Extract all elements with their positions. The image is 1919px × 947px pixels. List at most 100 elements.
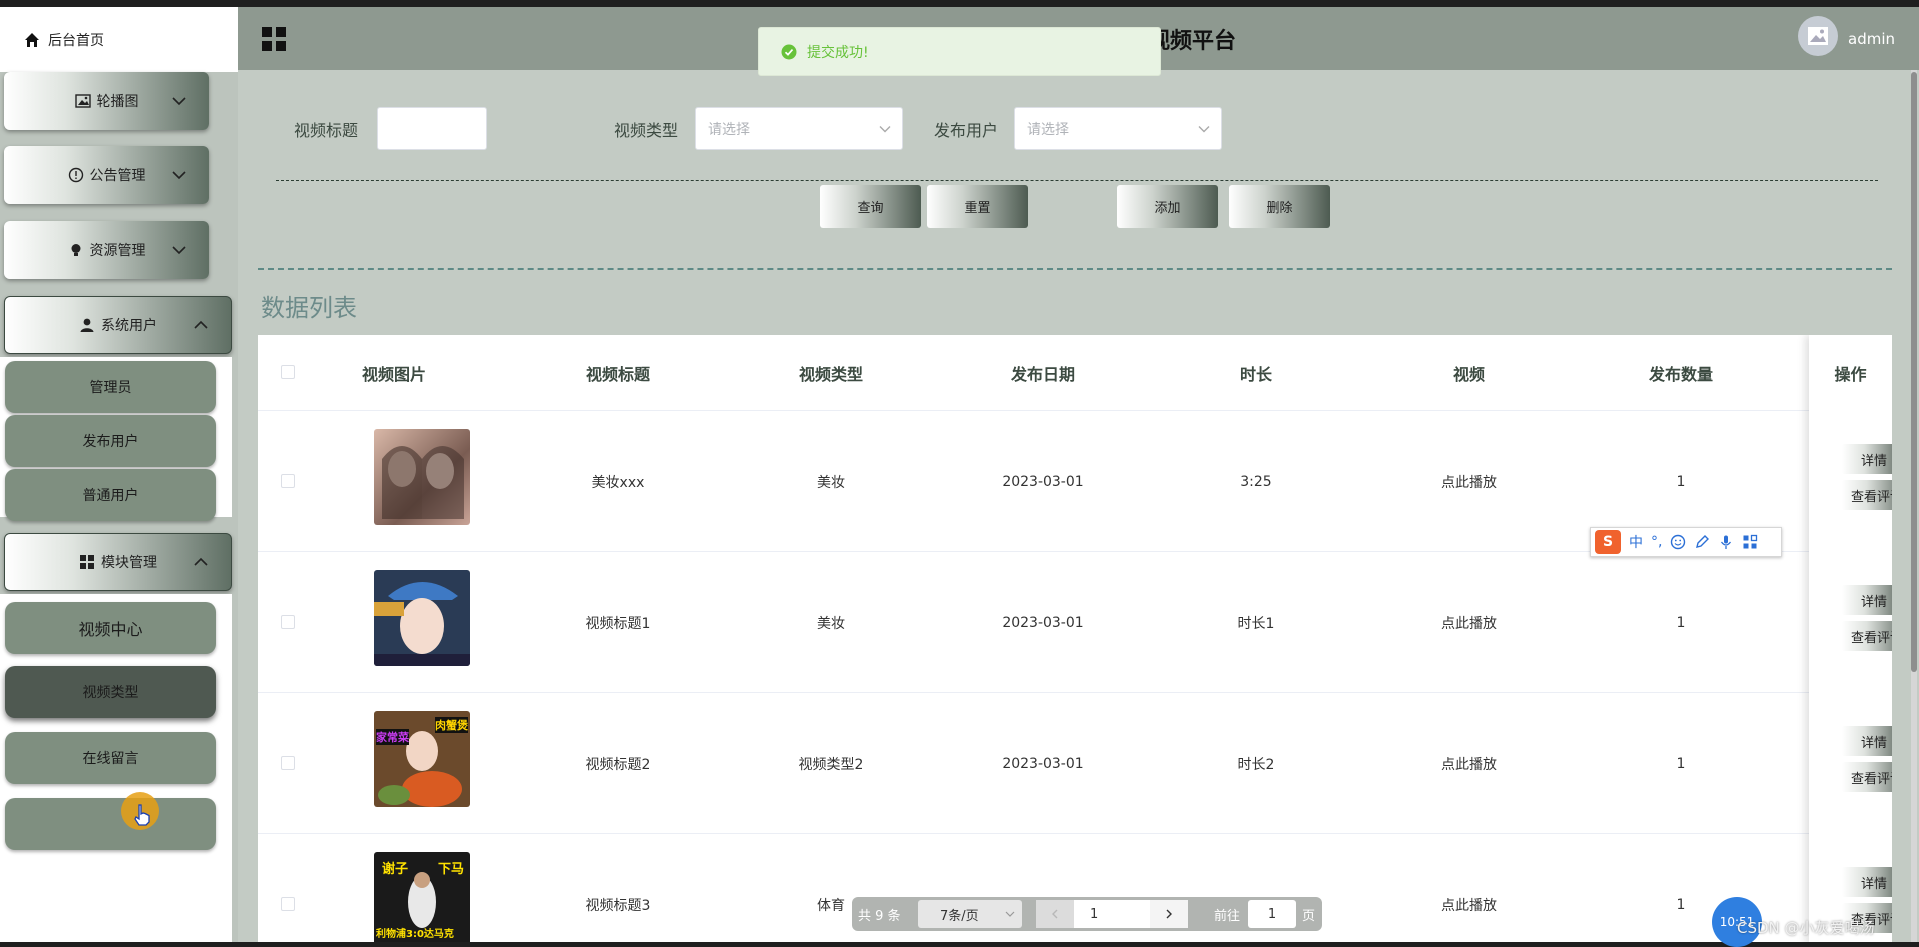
sidebar-item-normal-users[interactable]: 普通用户 xyxy=(5,469,216,521)
emoji-icon[interactable] xyxy=(1670,534,1686,550)
operations-column: 操作 详情 查看评论 详情 查看评论 详情 查看评论 详情 查看评论 xyxy=(1809,335,1892,945)
search-button[interactable]: 查询 xyxy=(820,185,921,228)
row-checkbox[interactable] xyxy=(281,474,295,488)
chevron-down-icon xyxy=(172,97,186,106)
sidebar-item-messages[interactable]: 在线留言 xyxy=(5,732,216,784)
detail-button[interactable]: 详情 xyxy=(1842,585,1892,615)
comments-button[interactable]: 查看评论 xyxy=(1842,621,1892,651)
ime-lang-toggle[interactable]: 中 xyxy=(1629,532,1643,552)
sidebar-item-admins[interactable]: 管理员 xyxy=(5,361,216,413)
comments-button[interactable]: 查看评论 xyxy=(1842,762,1892,792)
goto-page-input[interactable]: 1 xyxy=(1248,900,1297,928)
sidebar-menu-carousel[interactable]: 轮播图 xyxy=(4,72,209,130)
image-icon xyxy=(74,94,91,108)
cell-play-link[interactable]: 点此播放 xyxy=(1389,834,1549,945)
table-header: 视频图片 视频标题 视频类型 发布日期 时长 视频 发布数量 xyxy=(258,335,1892,411)
sidebar-menu-label: 公告管理 xyxy=(89,168,146,184)
cell-title: 视频标题3 xyxy=(585,897,651,914)
col-header-ops: 操作 xyxy=(1834,365,1867,384)
detail-button[interactable]: 详情 xyxy=(1842,867,1892,897)
row-checkbox[interactable] xyxy=(281,756,295,770)
section-divider xyxy=(258,268,1892,270)
hand-cursor-icon xyxy=(134,804,150,826)
microphone-icon[interactable] xyxy=(1718,534,1734,550)
select-all-checkbox[interactable] xyxy=(281,365,295,379)
avatar[interactable] xyxy=(1798,16,1838,56)
chevron-down-icon xyxy=(172,246,186,255)
thumbnail-caption: 谢子 xyxy=(382,862,409,877)
comments-button[interactable]: 查看评论 xyxy=(1842,480,1892,510)
sidebar-menu-modules[interactable]: 模块管理 xyxy=(4,533,232,591)
username[interactable]: admin xyxy=(1848,30,1895,48)
sidebar-home-label: 后台首页 xyxy=(48,32,104,49)
sidebar-item-more[interactable] xyxy=(5,798,216,850)
ime-toolbar: S 中 °, xyxy=(1590,527,1782,557)
filter-type-label: 视频类型 xyxy=(614,121,679,140)
thumbnail-caption: 下马 xyxy=(437,862,464,877)
cell-play-link[interactable]: 点此播放 xyxy=(1389,693,1549,834)
col-header-title: 视频标题 xyxy=(585,365,650,384)
toast-message: 提交成功! xyxy=(807,44,869,61)
sidebar-menu-notices[interactable]: 公告管理 xyxy=(4,146,209,204)
reset-button[interactable]: 重置 xyxy=(927,185,1028,228)
thumbnail-caption: 家常菜 xyxy=(376,729,409,745)
cell-play-link[interactable]: 点此播放 xyxy=(1389,411,1549,552)
prev-page-button[interactable] xyxy=(1036,900,1074,928)
goto-page-suffix: 页 xyxy=(1302,908,1316,924)
sidebar-home[interactable]: 后台首页 xyxy=(0,7,238,72)
punctuation-icon[interactable]: °, xyxy=(1651,534,1662,550)
cell-type: 美妆 xyxy=(817,615,845,632)
sidebar-menu-label: 轮播图 xyxy=(96,94,139,110)
toolbox-grid-icon[interactable] xyxy=(1742,534,1758,550)
bulb-icon xyxy=(71,244,80,256)
video-thumbnail: 家常菜 肉蟹煲 xyxy=(374,711,470,807)
cell-duration: 时长2 xyxy=(1237,756,1275,773)
check-circle-icon xyxy=(781,44,797,59)
filter-title-input[interactable] xyxy=(377,107,487,150)
cell-date: 2023-03-01 xyxy=(1002,755,1084,772)
cell-title: 视频标题2 xyxy=(585,756,651,773)
chevron-left-icon xyxy=(1052,909,1058,919)
list-title: 数据列表 xyxy=(261,294,357,322)
sidebar-menu-system-users[interactable]: 系统用户 xyxy=(4,296,232,354)
cell-play-link[interactable]: 点此播放 xyxy=(1389,552,1549,693)
home-icon xyxy=(25,32,39,47)
row-checkbox[interactable] xyxy=(281,615,295,629)
row-checkbox[interactable] xyxy=(281,897,295,911)
next-page-button[interactable] xyxy=(1150,900,1188,928)
filter-type-placeholder: 请选择 xyxy=(708,121,750,138)
thumbnail-caption: 肉蟹煲 xyxy=(435,717,468,733)
cell-type: 视频类型2 xyxy=(798,756,864,773)
thumbnail-caption: 利物浦3:0达马克 xyxy=(376,929,454,940)
sidebar-menu-label: 模块管理 xyxy=(101,555,157,571)
filter-divider xyxy=(276,180,1878,181)
add-button[interactable]: 添加 xyxy=(1117,185,1218,228)
detail-button[interactable]: 详情 xyxy=(1842,726,1892,756)
info-circle-icon xyxy=(68,167,83,183)
scrollbar-thumb[interactable] xyxy=(1911,72,1917,672)
system-users-submenu: 管理员 发布用户 普通用户 xyxy=(0,357,232,521)
detail-button[interactable]: 详情 xyxy=(1842,444,1892,474)
sidebar-item-video-center[interactable]: 视频中心 xyxy=(5,602,216,654)
chevron-down-icon xyxy=(172,171,186,180)
page-size-select[interactable]: 7条/页 xyxy=(918,900,1022,928)
pen-icon[interactable] xyxy=(1694,534,1710,550)
sogou-logo-icon[interactable]: S xyxy=(1595,530,1621,554)
current-page[interactable]: 1 xyxy=(1074,900,1150,928)
sidebar-menu-resources[interactable]: 资源管理 xyxy=(4,221,209,279)
filter-user-select[interactable]: 请选择 xyxy=(1014,107,1222,150)
thumbnail-image xyxy=(382,446,464,519)
menu-toggle-icon[interactable] xyxy=(262,27,286,51)
delete-button[interactable]: 删除 xyxy=(1229,185,1330,228)
sidebar-item-video-types[interactable]: 视频类型 xyxy=(5,666,216,718)
sidebar-item-publish-users[interactable]: 发布用户 xyxy=(5,415,216,467)
table-row: 视频标题1 美妆 2023-03-01 时长1 点此播放 1 xyxy=(258,552,1892,693)
video-thumbnail: 谢子 下马 利物浦3:0达马克 xyxy=(374,852,470,945)
sidebar-menu-label: 资源管理 xyxy=(89,243,146,259)
modules-submenu: 视频中心 视频类型 在线留言 xyxy=(0,594,232,942)
cell-duration: 3:25 xyxy=(1240,473,1272,490)
filter-type-select[interactable]: 请选择 xyxy=(695,107,903,150)
col-header-video: 视频 xyxy=(1452,365,1485,384)
vertical-scrollbar[interactable] xyxy=(1911,70,1917,942)
data-table: 视频图片 视频标题 视频类型 发布日期 时长 视频 发布数量 美妆xxx 美妆 … xyxy=(258,335,1892,945)
